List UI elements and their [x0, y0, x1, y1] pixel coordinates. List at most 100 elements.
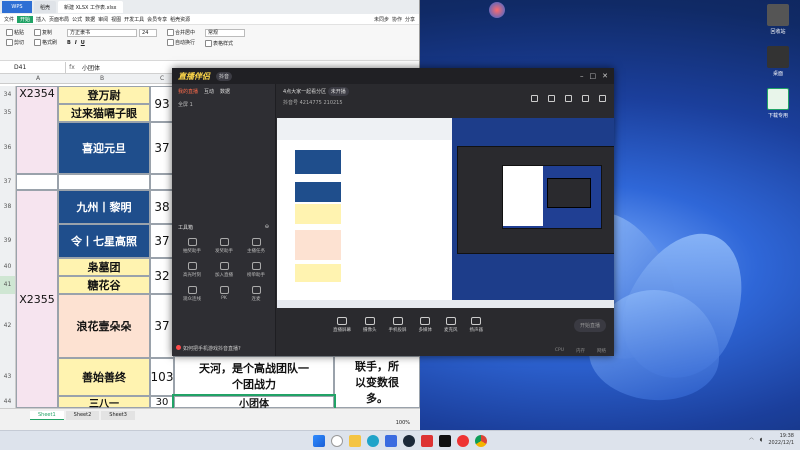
screen-capture-button[interactable]: 直播屏幕 [333, 317, 351, 333]
row-header[interactable]: 44 [0, 396, 16, 408]
speaker-button[interactable]: 扬声器 [470, 317, 483, 333]
tool-lottery[interactable]: 抽奖助手 [178, 238, 206, 254]
go-live-button[interactable]: 开始直播 [573, 318, 606, 332]
cell-b[interactable]: 令丨七星高照 [58, 224, 150, 258]
col-header-a[interactable]: A [36, 75, 40, 82]
douyin-icon[interactable] [439, 434, 451, 447]
sync-status[interactable]: 未同步 [374, 16, 389, 23]
cell-b[interactable]: 九州丨黎明 [58, 190, 150, 224]
minimize-icon[interactable]: – [580, 72, 584, 80]
cell-a-group[interactable]: X2355 [16, 190, 58, 408]
tool-connect[interactable]: 观众连线 [178, 286, 206, 302]
bell-icon[interactable] [582, 95, 589, 102]
row-header[interactable]: 36 [0, 122, 16, 174]
col-header-c[interactable]: C [160, 75, 164, 82]
tool-award[interactable]: 发奖助手 [210, 238, 238, 254]
cell-c[interactable]: 103 [150, 358, 174, 396]
menu-docer[interactable]: 稻壳资源 [170, 16, 190, 23]
menu-dev[interactable]: 开发工具 [124, 16, 144, 23]
cell[interactable] [16, 174, 58, 190]
tab-data[interactable]: 数据 [220, 88, 230, 95]
lock-icon[interactable] [565, 95, 572, 102]
zoom-level[interactable]: 100% [396, 420, 410, 426]
desktop-icon-desk[interactable]: 桌面 [758, 46, 798, 77]
cell-c[interactable]: 37 [150, 294, 174, 358]
name-box[interactable]: D41 [0, 61, 66, 73]
scene-item[interactable]: 全屏 1 [172, 99, 275, 110]
cell-a-group[interactable]: X2354 [16, 86, 58, 174]
cell-b[interactable]: 善始善终 [58, 358, 150, 396]
cell-b[interactable]: 登万尉 [58, 86, 150, 104]
desktop-icon-download[interactable]: 下载专用 [758, 88, 798, 119]
col-header-b[interactable]: B [100, 75, 104, 82]
formula-input[interactable]: 小团体 [78, 63, 100, 72]
cell-c[interactable]: 30 [150, 396, 174, 408]
row-header[interactable]: 42 [0, 294, 16, 358]
menu-review[interactable]: 审阅 [98, 16, 108, 23]
font-size-select[interactable]: 24 [139, 29, 158, 37]
menu-file[interactable]: 文件 [4, 16, 14, 23]
menu-start[interactable]: 开始 [17, 15, 34, 23]
format-painter-button[interactable]: 格式刷 [34, 39, 57, 46]
room-title[interactable]: 4点大家一起看分区 [283, 89, 326, 95]
cell-b[interactable]: 浪花壹朵朵 [58, 294, 150, 358]
cell-d-selected[interactable]: 小团体 [172, 394, 336, 410]
search-icon[interactable] [331, 434, 343, 447]
maximize-icon[interactable]: □ [590, 72, 597, 80]
row-header[interactable]: 37 [0, 174, 16, 190]
platform-badge[interactable]: 抖音 [216, 71, 233, 81]
desktop-icon-recycle[interactable]: 回收站 [758, 4, 798, 35]
cut-button[interactable]: 剪切 [6, 39, 24, 46]
row-header[interactable]: 35 [0, 104, 16, 122]
file-explorer-icon[interactable] [349, 434, 361, 447]
wifi-icon[interactable]: ◠ [749, 437, 753, 443]
tool-mic-link[interactable]: 连麦 [242, 286, 270, 302]
tool-join[interactable]: 加入直播 [210, 262, 238, 278]
live-preview[interactable] [277, 118, 614, 308]
tool-highlight[interactable]: 高光时刻 [178, 262, 206, 278]
mic-button[interactable]: 麦克风 [444, 317, 458, 333]
menu-insert[interactable]: 插入 [36, 16, 46, 23]
italic-button[interactable]: I [75, 40, 77, 46]
wps-icon[interactable] [421, 434, 433, 447]
tab-workbook[interactable]: 新建 XLSX 工作表.xlsx [58, 1, 123, 13]
menu-formula[interactable]: 公式 [72, 16, 82, 23]
copy-button[interactable]: 复制 [34, 29, 57, 36]
cell-c[interactable]: 38 [150, 190, 174, 224]
menu-layout[interactable]: 页面布局 [49, 16, 69, 23]
camera-button[interactable]: 摄像头 [363, 317, 377, 333]
steam-icon[interactable] [403, 434, 415, 447]
cell[interactable] [150, 174, 174, 190]
sheet-tab[interactable]: Sheet1 [30, 411, 64, 420]
row-header[interactable]: 40 [0, 258, 16, 276]
phone-cast-button[interactable]: 手机投屏 [389, 317, 407, 333]
menu-view[interactable]: 视图 [111, 16, 121, 23]
chrome-icon[interactable] [475, 434, 487, 447]
netease-icon[interactable] [457, 434, 469, 447]
windows-start-icon[interactable] [313, 434, 325, 447]
cell-b[interactable]: 枭墓团 [58, 258, 150, 276]
cell-c[interactable]: 32 [150, 258, 174, 294]
row-header[interactable]: 38 [0, 190, 16, 224]
sheet-tab[interactable]: Sheet2 [65, 411, 100, 420]
cell-b[interactable]: 过来猫嗝子眼 [58, 104, 150, 122]
floating-ball-icon[interactable] [489, 2, 505, 18]
lock-icon[interactable] [548, 95, 555, 102]
layout-icon[interactable] [531, 95, 538, 102]
menu-member[interactable]: 会员专享 [147, 16, 167, 23]
number-format-select[interactable]: 常规 [205, 29, 246, 37]
cell-d[interactable]: 天河，是个高战团队一 个团战力 [174, 356, 334, 396]
menu-data[interactable]: 数据 [85, 16, 95, 23]
cell-b[interactable]: 三八一 [58, 396, 150, 410]
wps-logo[interactable]: WPS [2, 1, 32, 13]
cell-b[interactable]: 喜迎元旦 [58, 122, 150, 174]
font-family-select[interactable]: 方正隶书 [67, 29, 138, 37]
tool-pk[interactable]: PK [210, 286, 238, 302]
row-header[interactable]: 34 [0, 86, 16, 104]
cell-b[interactable]: 糖花谷 [58, 276, 150, 294]
tool-task[interactable]: 主播任务 [242, 238, 270, 254]
merge-button[interactable]: 合并居中 [167, 29, 195, 36]
clock[interactable]: 19:38 2022/12/1 [768, 433, 794, 447]
collapse-icon[interactable]: ⊖ [265, 224, 269, 231]
share-icon[interactable] [599, 95, 606, 102]
